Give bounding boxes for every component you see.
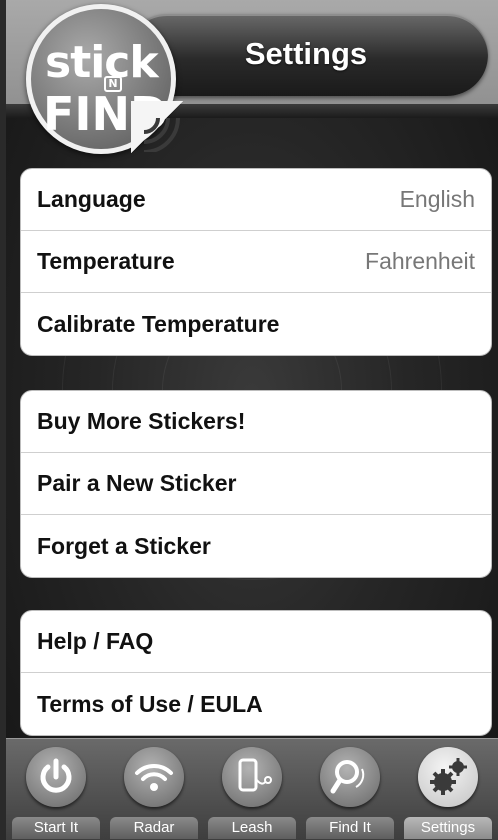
logo-text-stick: stick (45, 37, 159, 88)
tab-leash-label: Leash (208, 817, 296, 839)
tab-radar-button[interactable] (124, 747, 184, 807)
tab-find-it-label: Find It (306, 817, 394, 839)
temperature-label: Temperature (37, 248, 175, 274)
help-faq-row[interactable]: Help / FAQ (21, 611, 491, 673)
tab-start-it-label: Start It (12, 817, 100, 839)
language-label: Language (37, 186, 146, 212)
settings-group-help: Help / FAQ Terms of Use / EULA (20, 610, 492, 736)
tab-leash-button[interactable] (222, 747, 282, 807)
page-title: Settings (244, 36, 368, 71)
power-icon (40, 758, 72, 793)
terms-of-use-label: Terms of Use / EULA (37, 690, 263, 717)
tab-start-it-button[interactable] (26, 747, 86, 807)
terms-of-use-row[interactable]: Terms of Use / EULA (21, 673, 491, 735)
tab-settings-label: Settings (404, 817, 492, 839)
app-screen: Settings stick N FIND Language English T… (6, 0, 498, 840)
buy-more-stickers-label: Buy More Stickers! (37, 408, 246, 434)
tab-settings[interactable]: Settings (400, 747, 496, 840)
tab-settings-button[interactable] (418, 747, 478, 807)
pair-new-sticker-label: Pair a New Sticker (37, 470, 237, 496)
tab-find-it-button[interactable] (320, 747, 380, 807)
language-value: English (399, 186, 475, 212)
help-faq-label: Help / FAQ (37, 628, 154, 654)
calibrate-temperature-row[interactable]: Calibrate Temperature (21, 293, 491, 355)
buy-more-stickers-row[interactable]: Buy More Stickers! (21, 391, 491, 453)
tab-start-it[interactable]: Start It (8, 747, 104, 840)
tab-leash[interactable]: Leash (204, 747, 300, 840)
temperature-row[interactable]: Temperature Fahrenheit (21, 231, 491, 293)
settings-group-stickers: Buy More Stickers! Pair a New Sticker Fo… (20, 390, 492, 578)
tab-find-it[interactable]: Find It (302, 747, 398, 840)
tab-bar: Start It Radar Leash Find It Settings (6, 738, 498, 840)
wifi-icon (135, 763, 173, 791)
magnifier-icon (330, 760, 365, 794)
settings-group-preferences: Language English Temperature Fahrenheit … (20, 168, 492, 356)
gears-icon (430, 758, 467, 795)
phone-leash-icon (238, 758, 272, 792)
forget-sticker-label: Forget a Sticker (37, 532, 211, 559)
language-row[interactable]: Language English (21, 169, 491, 231)
tab-radar[interactable]: Radar (106, 747, 202, 840)
signal-waves-icon (143, 117, 180, 152)
calibrate-temperature-label: Calibrate Temperature (37, 310, 280, 337)
forget-sticker-row[interactable]: Forget a Sticker (21, 515, 491, 577)
pair-new-sticker-row[interactable]: Pair a New Sticker (21, 453, 491, 515)
temperature-value: Fahrenheit (365, 248, 475, 274)
tab-radar-label: Radar (110, 817, 198, 839)
